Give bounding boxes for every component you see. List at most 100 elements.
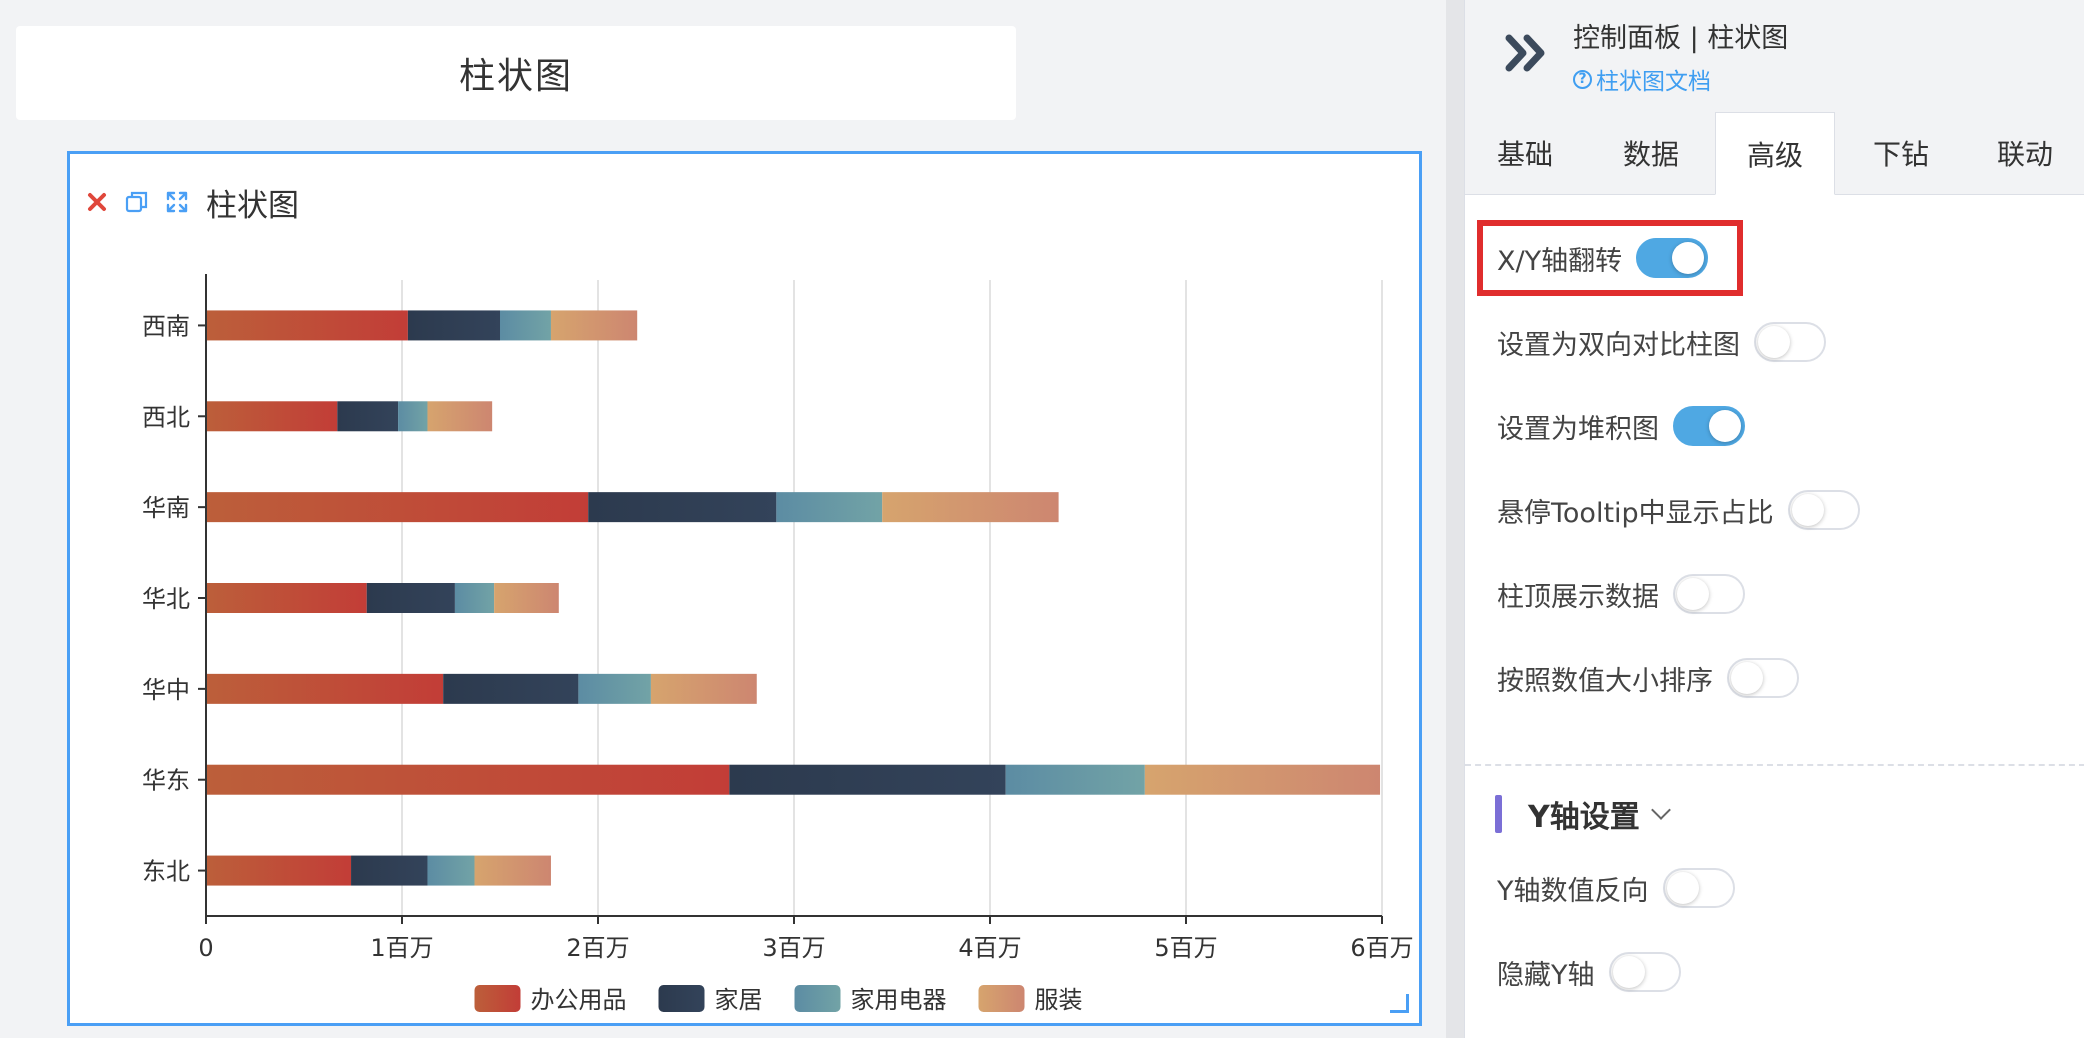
toggle-knob [1672,242,1705,274]
chart-card[interactable]: 0 1百万 2百万 3百万 4百万 5百万 6百万 西南 西北 华南 华北 华中 华东 东北 办公用品 家居 家… [67,151,1422,1026]
tab-drilldown[interactable]: 下钻 [1841,112,1961,194]
option-label: 设置为堆积图 [1497,413,1659,445]
y-category-label: 西南 [142,312,190,340]
sort-by-value-toggle[interactable] [1727,658,1799,698]
bar-segment [206,855,352,886]
panel-header: 控制面板 | 柱状图 ? 柱状图文档 [1465,0,2084,112]
canvas-area: 柱状图 0 1百万 2百万 3百万 4百万 5百万 6百万 西南 西北 华南 华北 华中 华东 东北 办公用… [0,0,1446,1038]
option-tooltip-percent: 悬停Tooltip中显示占比 [1497,490,1860,530]
option-y-reverse: Y轴数值反向 [1497,868,1735,908]
chart-card-title: 柱状图 [206,187,299,224]
legend-swatch [794,985,841,1012]
doc-link[interactable]: ? 柱状图文档 [1573,62,1711,96]
bidirectional-toggle[interactable] [1754,322,1826,362]
tab-data[interactable]: 数据 [1591,112,1711,194]
bar-segment [206,764,730,795]
xy-flip-toggle[interactable] [1636,238,1709,278]
toggle-knob [1791,494,1824,526]
panel-splitter[interactable] [1446,0,1464,1038]
chart-card-header: 柱状图 [82,182,299,224]
option-label: Y轴数值反向 [1497,875,1649,907]
bar-segment [206,583,367,613]
option-bar-top-data: 柱顶展示数据 [1497,574,1745,614]
bar-segment [500,310,551,341]
option-label: 设置为双向对比柱图 [1497,329,1740,361]
toggle-knob [1709,410,1741,442]
copy-icon[interactable] [122,187,152,217]
x-tick-label: 2百万 [566,934,629,962]
delete-icon[interactable] [82,187,112,217]
tab-linkage[interactable]: 联动 [1965,112,2084,194]
bar-segment [650,673,757,704]
fullscreen-icon[interactable] [162,187,192,217]
bar-segment [398,401,428,432]
bar-segment [366,583,455,613]
panel-title: 控制面板 | 柱状图 [1573,23,1789,54]
control-panel: 控制面板 | 柱状图 ? 柱状图文档 基础 数据 高级 下钻 联动 X/Y轴翻转… [1464,0,2084,1038]
y-category-label: 东北 [142,858,190,886]
bar-segment [776,492,883,523]
y-category-label: 华北 [142,585,190,613]
y-reverse-toggle[interactable] [1662,868,1735,908]
toggle-knob [1758,326,1790,358]
legend-label: 家用电器 [851,986,947,1014]
legend-swatch [658,985,705,1012]
bar-segment [1005,764,1145,795]
section-divider [1465,764,2084,766]
bar-top-data-toggle[interactable] [1673,574,1745,614]
x-tick-label: 3百万 [762,934,825,962]
tab-advanced[interactable]: 高级 [1715,112,1835,195]
option-sort-by-value: 按照数值大小排序 [1497,658,1799,698]
bar-segment [474,855,551,886]
legend-label: 家居 [715,986,763,1014]
bar-segment [407,310,500,341]
option-label: 柱顶展示数据 [1497,581,1659,613]
x-tick-label: 0 [198,934,213,962]
y-category-label: 华中 [142,676,190,704]
x-tick-label: 5百万 [1154,934,1217,962]
bar-segment [337,401,399,432]
legend-swatch [474,985,521,1012]
bar-segment [578,673,651,704]
toggle-knob [1612,956,1645,988]
bar-segment [206,673,444,704]
bar-segment [206,310,408,341]
tab-basic[interactable]: 基础 [1465,112,1585,194]
help-icon: ? [1573,69,1592,89]
bar-segment [206,492,589,523]
legend-swatch [978,985,1025,1012]
x-tick-label: 6百万 [1350,934,1413,962]
bar-segment [588,492,777,523]
resize-handle[interactable] [1390,994,1409,1013]
section-accent-bar [1495,795,1502,833]
bar-segment [206,401,338,432]
option-xy-flip: X/Y轴翻转 [1497,238,1709,278]
option-label: 悬停Tooltip中显示占比 [1497,497,1774,529]
option-label: X/Y轴翻转 [1497,245,1623,277]
toggle-knob [1666,872,1699,904]
bar-segment [550,310,638,341]
bar-chart: 0 1百万 2百万 3百万 4百万 5百万 6百万 西南西北华南华北华中华东东北办公用品 家居 家… [142,274,1414,1014]
y-axis-section-header[interactable]: Y轴设置 [1495,794,1671,835]
collapse-panel-icon[interactable] [1503,30,1553,76]
bar-segment [729,764,1006,795]
stacked-toggle[interactable] [1673,406,1745,446]
option-bidirectional: 设置为双向对比柱图 [1497,322,1826,362]
option-label: 按照数值大小排序 [1497,665,1713,697]
bar-segment [494,583,559,613]
page-title: 柱状图 [16,26,1016,120]
legend-label: 服装 [1035,986,1083,1014]
hide-y-axis-toggle[interactable] [1608,952,1681,992]
option-label: 隐藏Y轴 [1497,959,1595,991]
bar-segment [351,855,428,886]
panel-tabs: 基础 数据 高级 下钻 联动 [1465,112,2084,195]
bar-segment [427,855,475,886]
chevron-down-icon[interactable] [1650,800,1671,820]
tooltip-percent-toggle[interactable] [1787,490,1860,530]
bar-segment [454,583,495,613]
y-category-label: 西北 [142,403,190,431]
doc-link-label: 柱状图文档 [1596,69,1711,95]
y-category-label: 华南 [142,494,190,522]
bar-segment [1144,764,1381,795]
toggle-knob [1677,578,1709,610]
